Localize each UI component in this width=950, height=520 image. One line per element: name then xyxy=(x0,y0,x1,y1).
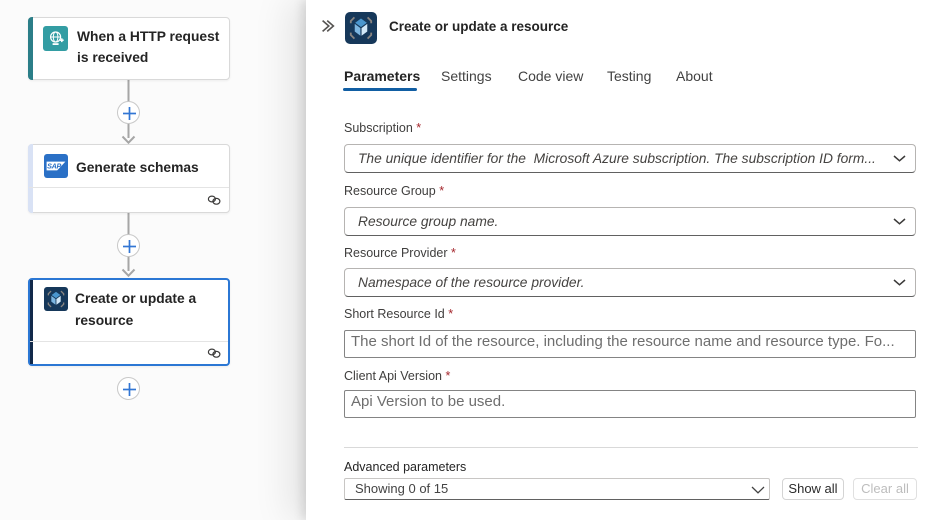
svg-text:SAP: SAP xyxy=(47,161,61,170)
